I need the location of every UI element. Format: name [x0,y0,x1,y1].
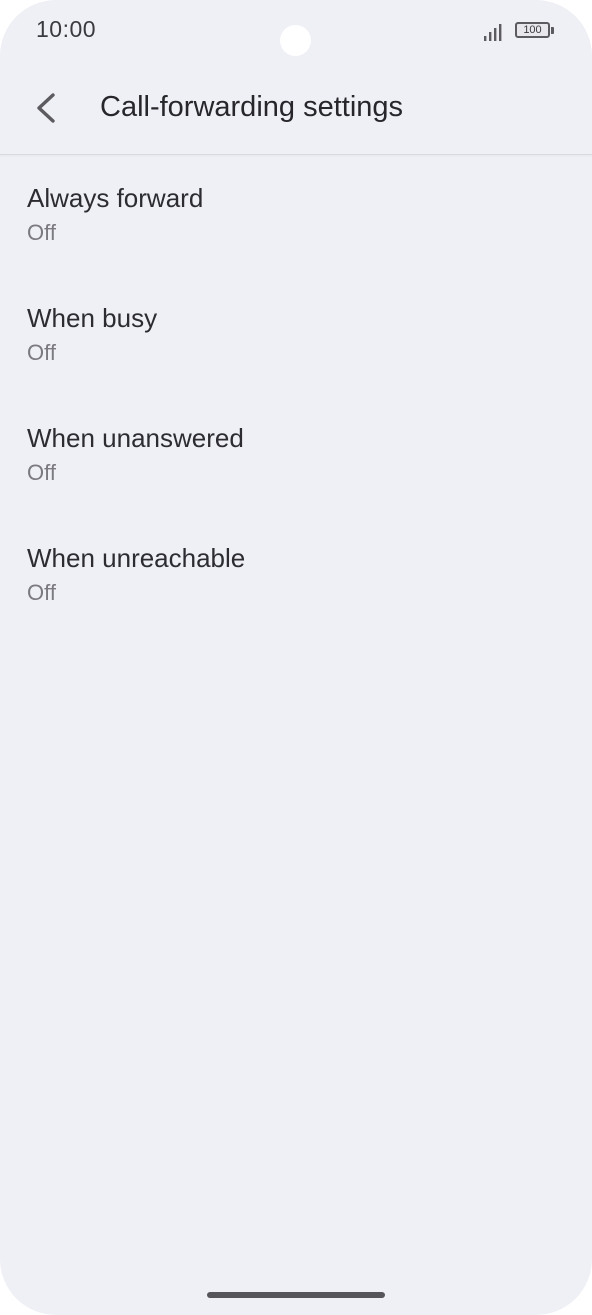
setting-status: Off [27,340,56,365]
setting-when-busy[interactable]: When busy Off [0,275,592,395]
settings-list: Always forward Off When busy Off When un… [0,155,592,635]
signal-bars-icon [483,22,505,42]
setting-title: When unreachable [27,543,246,573]
setting-status: Off [27,220,56,245]
setting-status: Off [27,580,56,605]
battery-icon: 100 [515,21,557,41]
status-time: 10:00 [36,16,97,42]
app-bar: Call-forwarding settings [0,64,592,155]
chevron-left-icon [37,93,55,123]
battery-tip [551,27,554,34]
camera-cutout [280,25,311,56]
home-indicator[interactable] [207,1292,385,1298]
setting-title: When busy [27,303,158,333]
setting-when-unanswered[interactable]: When unanswered Off [0,395,592,515]
back-button[interactable] [22,84,70,132]
setting-status: Off [27,460,56,485]
status-bar: 10:00 100 [0,0,592,64]
setting-title: Always forward [27,183,204,213]
page-title: Call-forwarding settings [100,91,404,123]
battery-level: 100 [515,22,550,38]
setting-title: When unanswered [27,423,244,453]
setting-always-forward[interactable]: Always forward Off [0,155,592,275]
phone-screen: 10:00 100 Call-forwarding settings Alway… [0,0,592,1315]
setting-when-unreachable[interactable]: When unreachable Off [0,515,592,635]
